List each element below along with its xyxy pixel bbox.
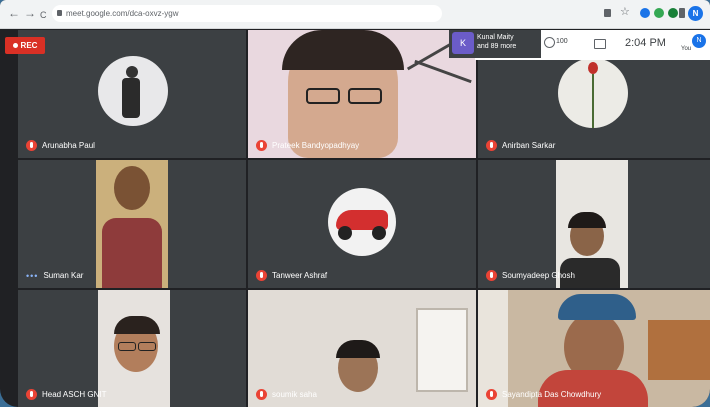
mic-muted-icon: [256, 270, 267, 282]
participant-count: 100: [556, 38, 568, 45]
forward-button[interactable]: →: [24, 6, 36, 20]
bookmark-star-icon[interactable]: ☆: [620, 5, 630, 18]
participant-avatar: [98, 56, 168, 126]
participant-name: ••• Suman Kar: [26, 270, 84, 281]
participant-avatar: [328, 188, 396, 256]
browser-toolbar: ← → C meet.google.com/dca-oxvz-ygw ☆ N: [0, 0, 710, 29]
meet-window: ← → C meet.google.com/dca-oxvz-ygw ☆ N R…: [0, 0, 710, 407]
presenter-more: and 89 more: [477, 43, 517, 50]
address-bar[interactable]: meet.google.com/dca-oxvz-ygw: [52, 5, 442, 22]
mic-muted-icon: [26, 389, 37, 401]
extension-icon[interactable]: [654, 8, 664, 18]
chat-icon[interactable]: [594, 39, 606, 49]
puzzle-extensions-icon[interactable]: [679, 8, 685, 18]
people-icon[interactable]: [544, 37, 555, 48]
reload-button[interactable]: C: [40, 8, 47, 22]
participant-avatar: [558, 58, 628, 128]
recording-badge: REC: [5, 37, 45, 54]
self-avatar[interactable]: N: [692, 34, 706, 48]
mic-muted-icon: [26, 140, 37, 152]
mic-muted-icon: [486, 389, 497, 401]
participant-name: soumik saha: [256, 389, 317, 401]
participant-name: Anirban Sarkar: [486, 140, 555, 152]
extension-icon[interactable]: [668, 8, 678, 18]
participant-name: Head ASCH GNIT: [26, 389, 106, 401]
participant-tile[interactable]: soumik saha: [248, 290, 476, 407]
profile-avatar[interactable]: N: [688, 6, 703, 21]
speaking-indicator-icon: •••: [26, 270, 39, 281]
participant-name: Sayandipta Das Chowdhury: [486, 389, 601, 401]
camera-indicator-icon[interactable]: [604, 9, 611, 17]
self-label: You: [681, 46, 692, 52]
presenter-name: Kunal Maity: [477, 34, 514, 41]
extension-icon[interactable]: [640, 8, 650, 18]
participant-tile[interactable]: Tanweer Ashraf: [248, 160, 476, 288]
participant-tile[interactable]: Sayandipta Das Chowdhury: [478, 290, 710, 407]
participant-tile[interactable]: Head ASCH GNIT: [18, 290, 246, 407]
participant-tile[interactable]: Prateek Bandyopadhyay: [248, 30, 476, 158]
presenter-text: Kunal Maity and 89 more: [477, 33, 516, 51]
participant-name: Prateek Bandyopadhyay: [256, 140, 359, 152]
mic-muted-icon: [256, 389, 267, 401]
participant-name: Soumyadeep Ghosh: [486, 270, 575, 282]
back-button[interactable]: ←: [8, 6, 20, 20]
meeting-clock: 2:04 PM: [625, 37, 666, 49]
mic-muted-icon: [486, 270, 497, 282]
participant-tile[interactable]: Arunabha Paul: [18, 30, 246, 158]
participant-tile[interactable]: Soumyadeep Ghosh: [478, 160, 710, 288]
lock-icon: [57, 10, 62, 16]
mic-muted-icon: [256, 140, 267, 152]
participant-name: Arunabha Paul: [26, 140, 95, 152]
participant-name: Tanweer Ashraf: [256, 270, 327, 282]
url-text: meet.google.com/dca-oxvz-ygw: [66, 9, 179, 18]
participant-tile[interactable]: ••• Suman Kar: [18, 160, 246, 288]
mic-muted-icon: [486, 140, 497, 152]
presenter-avatar: K: [452, 32, 474, 54]
